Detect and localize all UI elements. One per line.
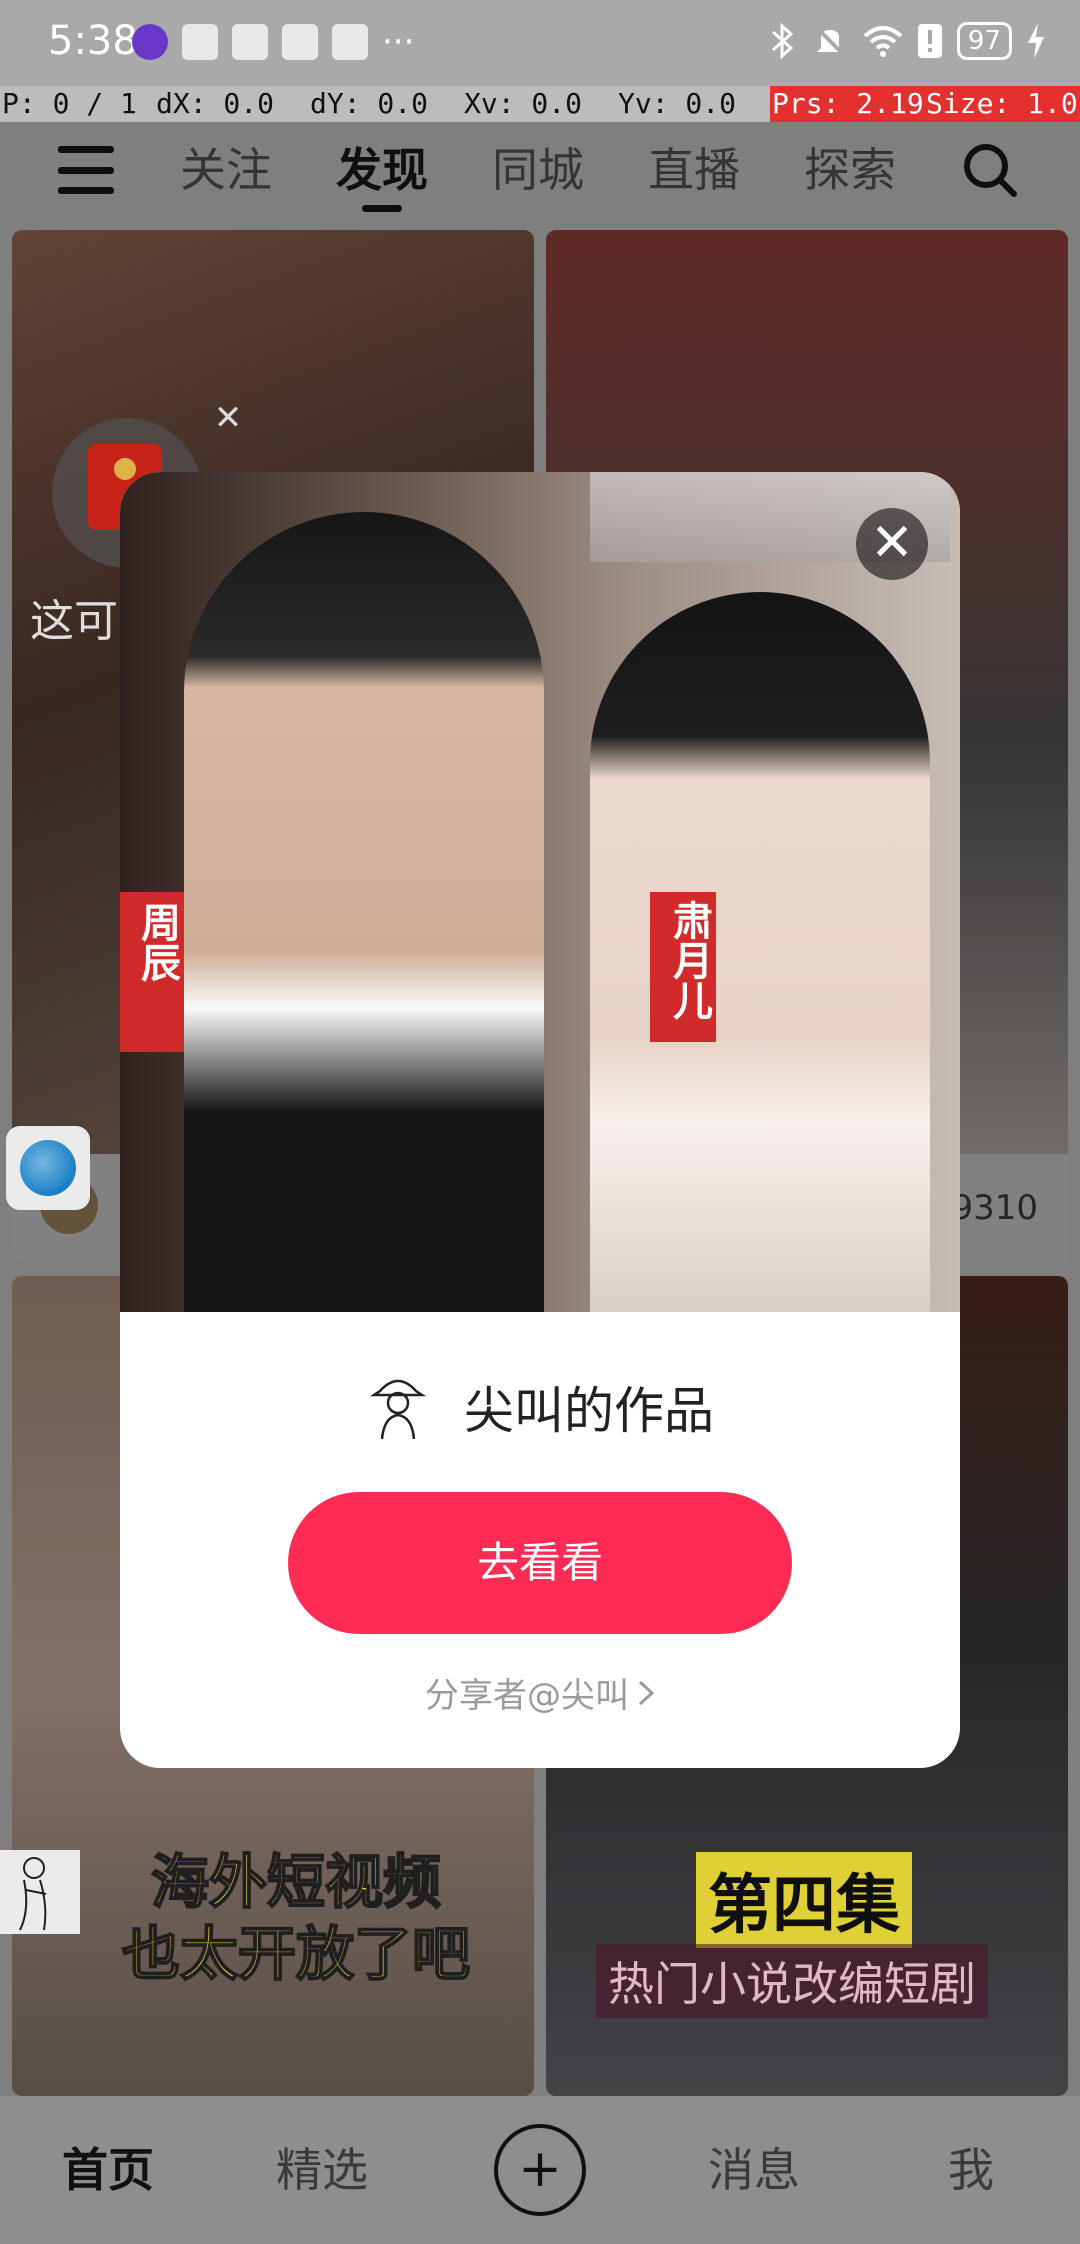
poster-actor [184,512,544,1312]
author-avatar-icon [369,1379,427,1440]
charging-icon [1028,23,1044,59]
system-icons: 97 [769,22,1046,60]
nav-messages[interactable]: 消息 [708,2096,800,2244]
sharer-link[interactable]: 分享者@尖叫 [120,1668,960,1717]
pointer-pressure: Prs: 2.19 [770,86,924,122]
pointer-location-overlay: P: 0 / 1 dX: 0.0 dY: 0.0 Xv: 0.0 Yv: 0.0… [0,86,1080,122]
app-notification-icon [132,24,168,60]
alert-icon [917,24,942,58]
close-icon[interactable]: ✕ [856,508,928,580]
app-icon [282,24,318,60]
mute-icon [813,24,847,58]
nav-home[interactable]: 首页 [62,2096,154,2244]
pointer-size: Size: 1.0 [924,86,1080,122]
battery-level: 97 [956,22,1012,60]
wifi-icon [863,26,903,57]
nav-me[interactable]: 我 [948,2096,994,2244]
poster-name-tag: 周辰 [120,892,184,1052]
pointer-yv: Yv: 0.0 [618,87,737,120]
author-row: 尖叫的作品 [120,1362,960,1452]
more-notifications-icon: ··· [382,22,415,62]
pointer-dx: dX: 0.0 [156,87,275,120]
poster-actress [590,592,930,1312]
pointer-xv: Xv: 0.0 [464,87,583,120]
pointer-count: P: 0 / 1 [2,87,137,120]
sharer-label: 分享者@尖叫 [425,1676,629,1716]
chevron-right-icon [637,1676,655,1716]
share-popup: 周辰 肃月儿 ✕ 尖叫的作品 去看看 分享者@尖叫 [120,472,960,1768]
popup-title: 尖叫的作品 [464,1382,714,1440]
poster-name-tag: 肃月儿 [650,892,716,1042]
pointer-dy: dY: 0.0 [310,87,429,120]
bluetooth-icon [771,22,794,60]
bottom-nav: 首页 精选 + 消息 我 [0,2096,1080,2244]
video-poster[interactable]: 周辰 肃月儿 [120,472,960,1312]
app-icon [232,24,268,60]
poster-name-label: 肃月儿 [666,900,712,1020]
poster-name-label: 周辰 [134,902,180,982]
cloud-icon [182,24,218,60]
notification-icons: ··· [132,24,414,60]
plus-icon[interactable]: + [494,2124,586,2216]
status-bar: 5:38 ··· 97 [0,0,1080,86]
mail-icon [332,24,368,60]
go-watch-button[interactable]: 去看看 [288,1492,792,1634]
nav-featured[interactable]: 精选 [276,2096,368,2244]
status-time: 5:38 [48,18,138,64]
